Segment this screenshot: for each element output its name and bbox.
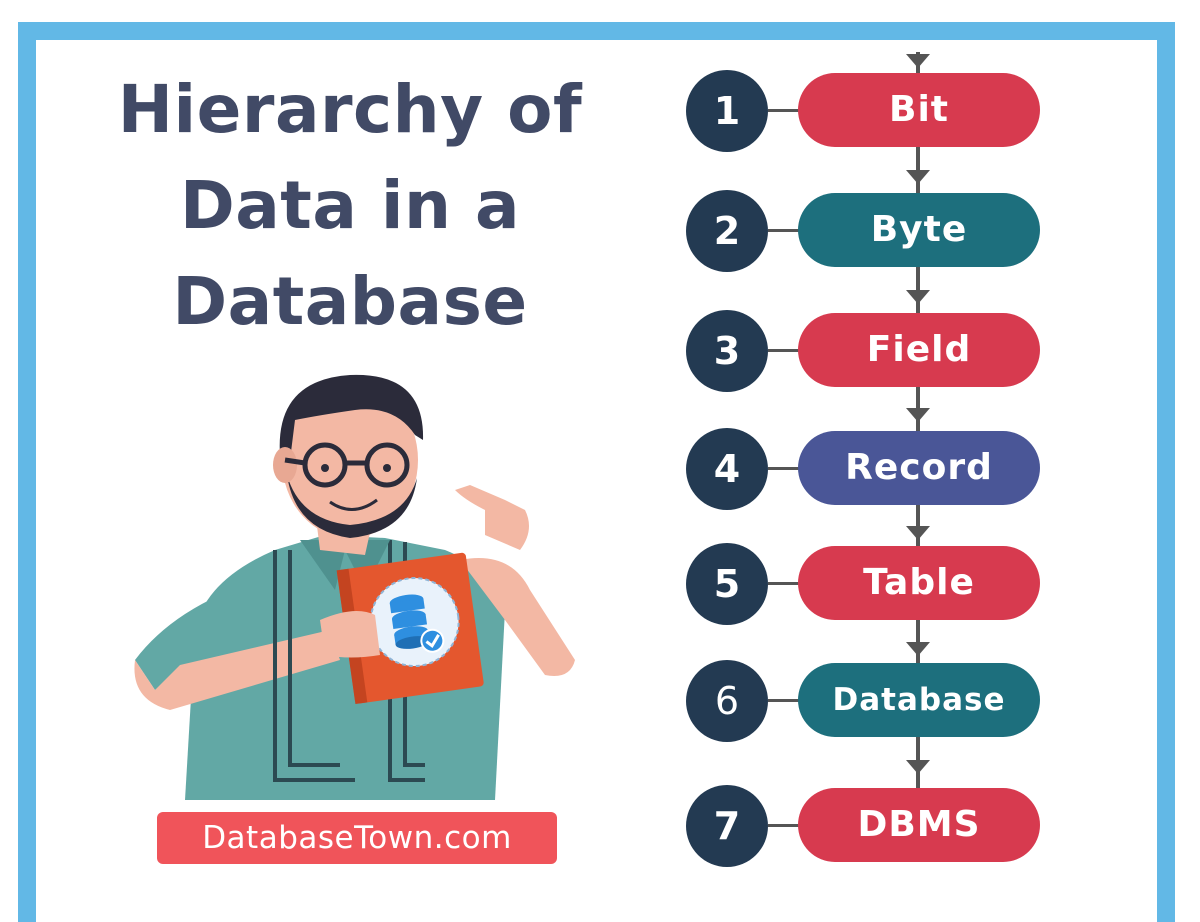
title-line-3: Database <box>172 263 528 340</box>
step-label: Database <box>798 663 1040 737</box>
arrow-2-3 <box>906 290 930 304</box>
infographic-canvas: Hierarchy of Data in a Database Database… <box>0 0 1200 922</box>
step-label: Record <box>798 431 1040 505</box>
arrow-top <box>906 54 930 68</box>
holding-hand <box>320 611 380 658</box>
arrow-5-6 <box>906 642 930 656</box>
step-database: 6 Database <box>660 660 1080 742</box>
step-label: Bit <box>798 73 1040 147</box>
step-label: Byte <box>798 193 1040 267</box>
person-illustration <box>134 374 575 800</box>
step-record: 4 Record <box>660 428 1080 510</box>
step-label: Field <box>798 313 1040 387</box>
title-line-2: Data in a <box>179 167 520 244</box>
pointing-hand <box>455 485 529 550</box>
arrow-3-4 <box>906 408 930 422</box>
arrow-1-2 <box>906 170 930 184</box>
step-number: 3 <box>686 310 768 392</box>
step-number: 6 <box>686 660 768 742</box>
step-bit: 1 Bit <box>660 70 1080 152</box>
page-title: Hierarchy of Data in a Database <box>80 62 620 350</box>
step-table: 5 Table <box>660 543 1080 625</box>
step-field: 3 Field <box>660 310 1080 392</box>
step-number: 5 <box>686 543 768 625</box>
step-dbms: 7 DBMS <box>660 785 1080 867</box>
brand-badge: DatabaseTown.com <box>157 812 557 864</box>
step-byte: 2 Byte <box>660 190 1080 272</box>
arrow-4-5 <box>906 526 930 540</box>
step-number: 4 <box>686 428 768 510</box>
step-number: 7 <box>686 785 768 867</box>
step-number: 1 <box>686 70 768 152</box>
hierarchy-flow: 1 Bit 2 Byte 3 Field 4 Record 5 Table 6 <box>660 40 1080 880</box>
title-line-1: Hierarchy of <box>117 71 583 148</box>
arrow-6-7 <box>906 760 930 774</box>
step-label: Table <box>798 546 1040 620</box>
step-number: 2 <box>686 190 768 272</box>
step-label: DBMS <box>798 788 1040 862</box>
